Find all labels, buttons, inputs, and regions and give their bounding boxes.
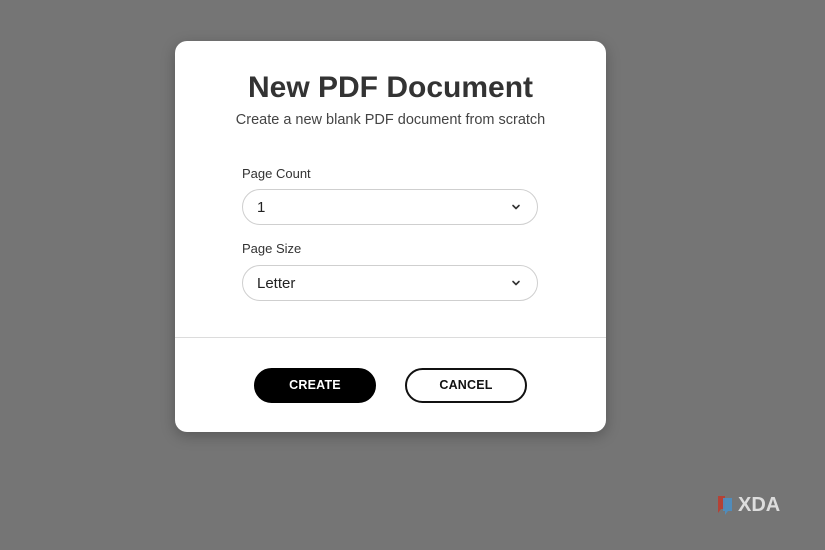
- page-count-value: 1: [257, 199, 266, 216]
- create-button[interactable]: CREATE: [254, 368, 376, 403]
- page-count-select[interactable]: 1: [242, 189, 538, 225]
- dialog-divider: [175, 337, 606, 338]
- xda-watermark: XDA: [716, 492, 796, 518]
- new-pdf-dialog: New PDF Document Create a new blank PDF …: [175, 41, 606, 432]
- dialog-title: New PDF Document: [247, 71, 534, 104]
- page-size-value: Letter: [257, 275, 296, 292]
- watermark-text: XDA: [738, 494, 780, 516]
- chevron-down-icon: [512, 204, 520, 210]
- xda-logo-icon: XDA: [718, 494, 780, 516]
- cancel-button[interactable]: CANCEL: [405, 368, 527, 403]
- page-count-label: Page Count: [242, 166, 311, 181]
- chevron-down-icon: [512, 280, 520, 286]
- page-size-label: Page Size: [242, 241, 302, 256]
- page-size-select[interactable]: Letter: [242, 265, 538, 301]
- dialog-subtitle: Create a new blank PDF document from scr…: [235, 112, 546, 128]
